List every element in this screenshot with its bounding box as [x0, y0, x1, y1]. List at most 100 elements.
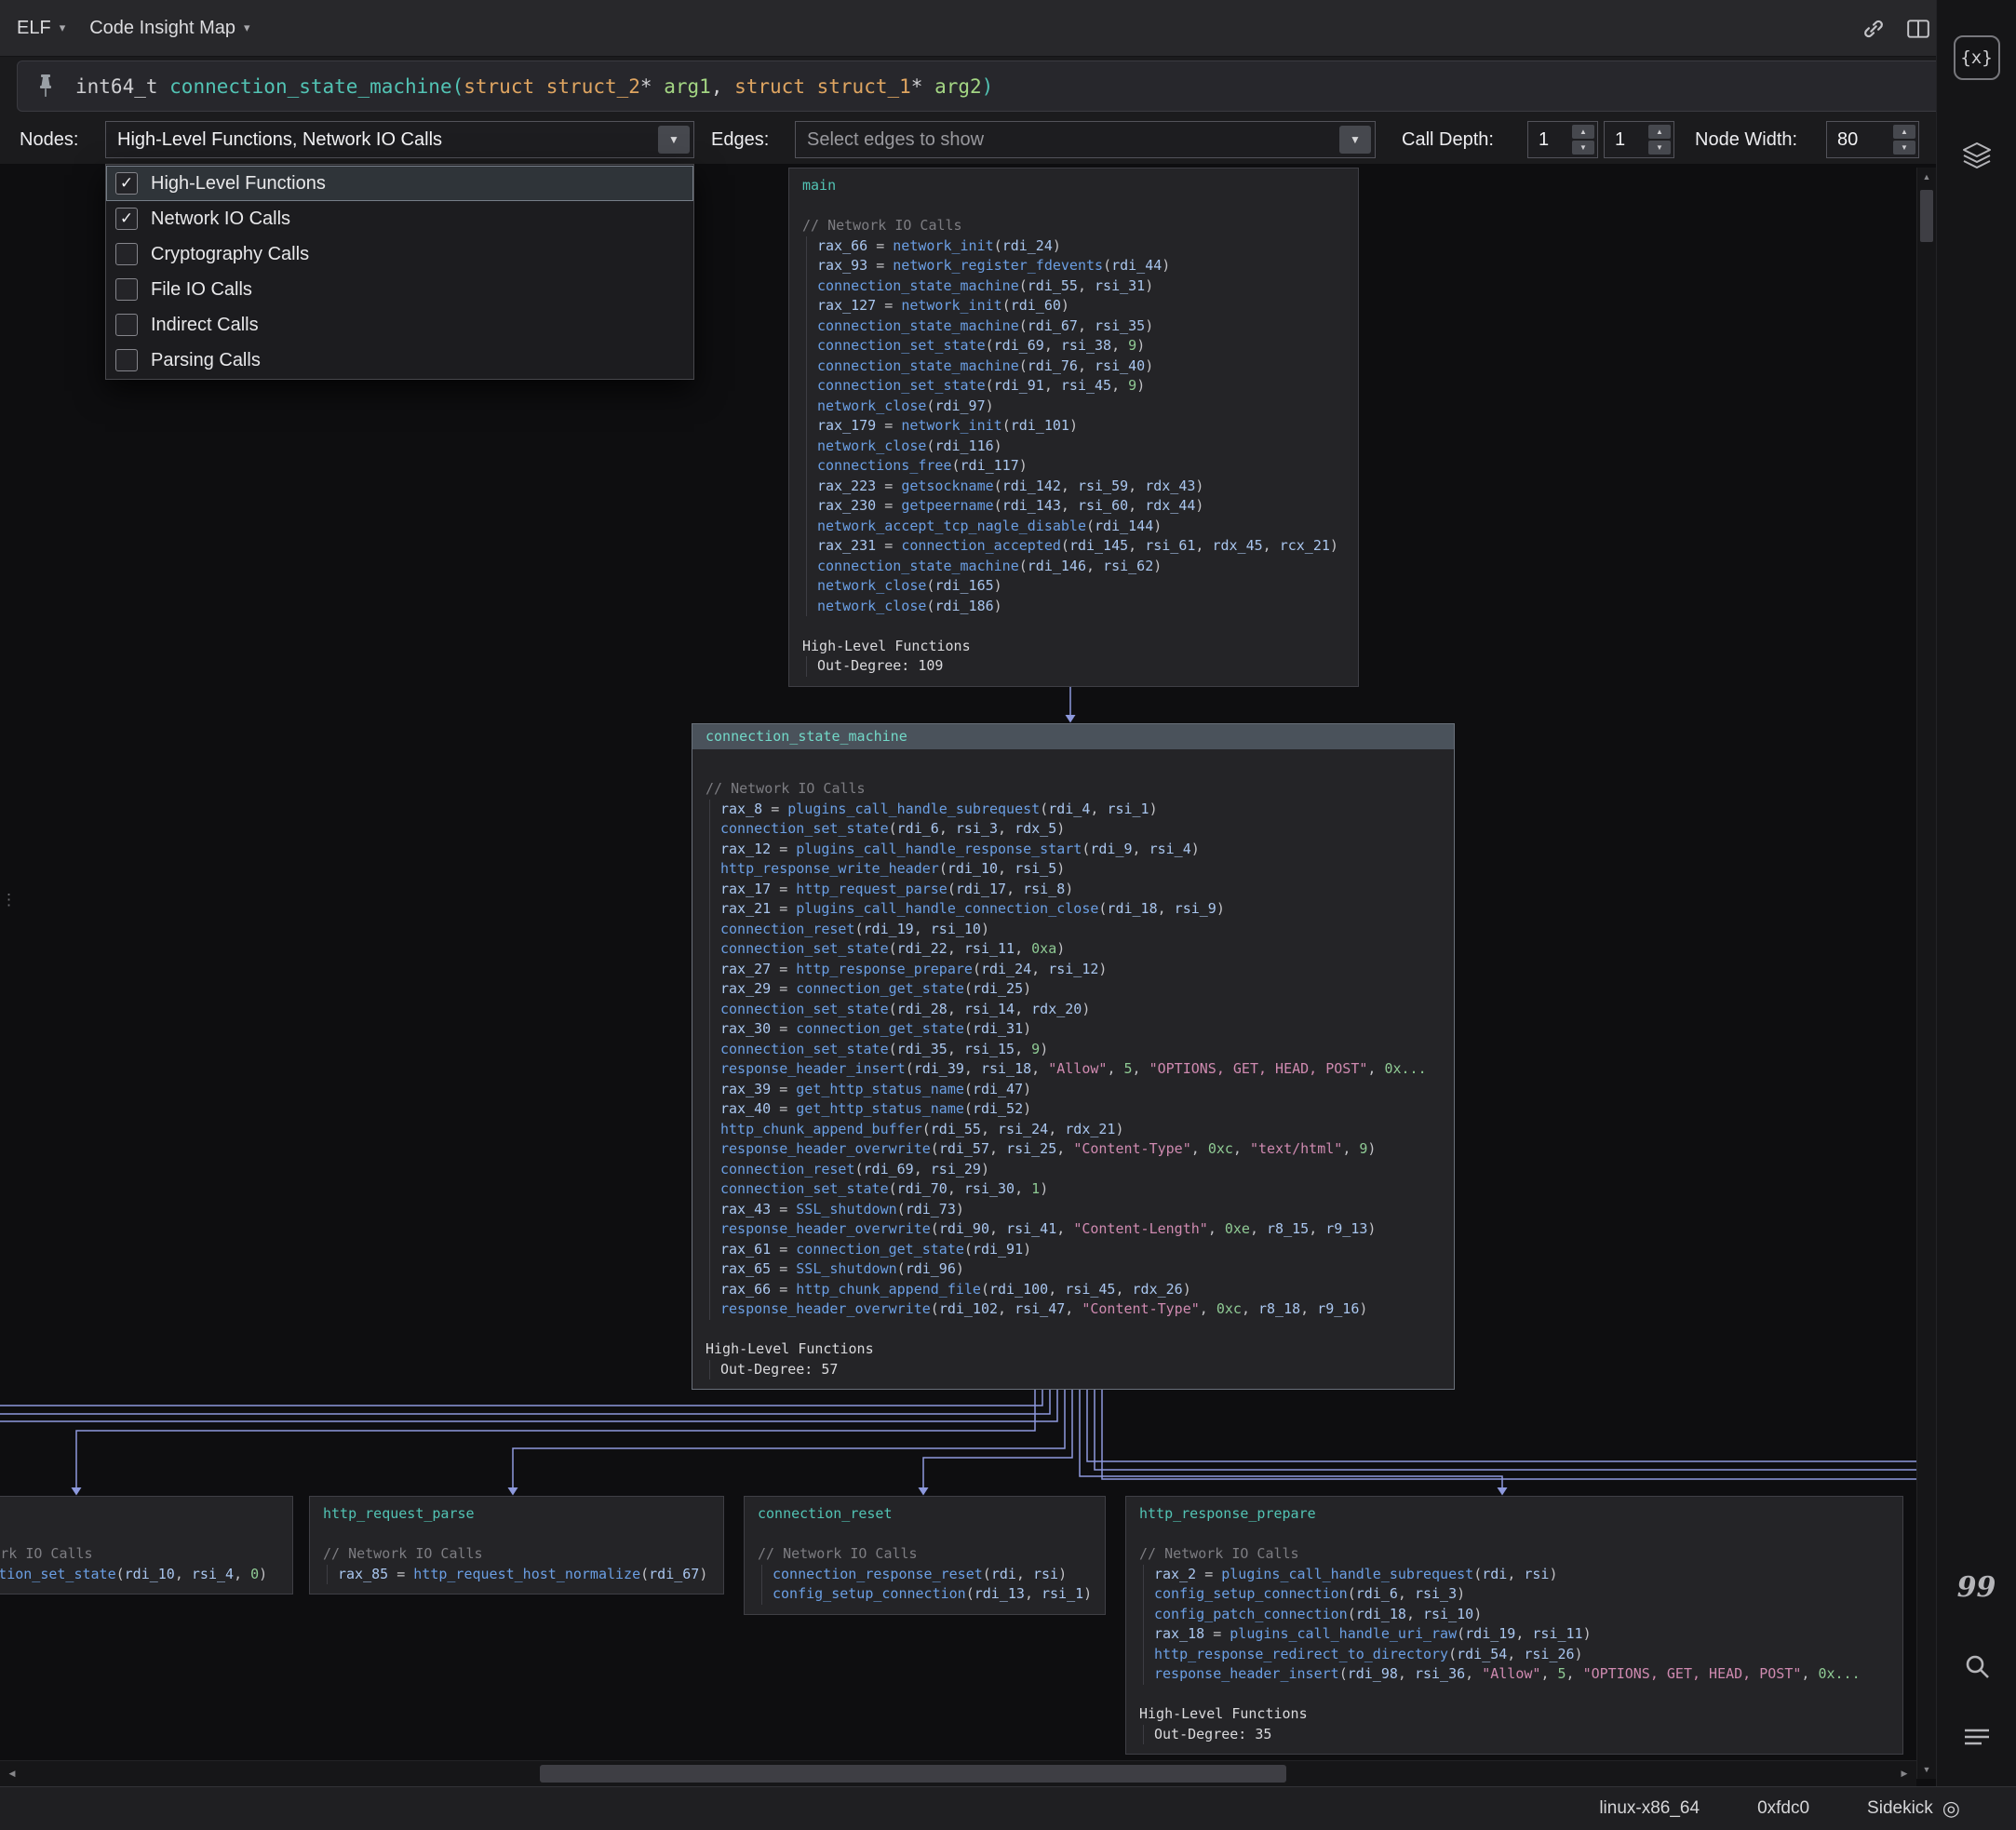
status-bar: linux-x86_64 0xfdc0 Sidekick ◎: [0, 1786, 2016, 1830]
code-line: connection_set_state(rdi_22, rsi_11, 0xa…: [709, 939, 1454, 960]
search-icon[interactable]: [1963, 1652, 1991, 1680]
spinner-up-icon[interactable]: ▲: [1648, 125, 1671, 139]
code-line: rax_231 = connection_accepted(rdi_145, r…: [806, 536, 1358, 557]
graph-node-http_request_parse[interactable]: http_request_parse // Network IO Calls rax…: [309, 1496, 724, 1595]
spinner-up-icon[interactable]: ▲: [1572, 125, 1594, 139]
node-footer-line: High-Level Functions: [1139, 1705, 1308, 1722]
scroll-left-icon[interactable]: ◀: [0, 1761, 24, 1786]
spinner-up-icon[interactable]: ▲: [1893, 125, 1915, 139]
code-line: rax_230 = getpeername(rdi_143, rsi_60, r…: [806, 496, 1358, 517]
checkbox-unchecked[interactable]: [115, 278, 138, 301]
status-address[interactable]: 0xfdc0: [1757, 1798, 1809, 1819]
menu-code-insight-map-label: Code Insight Map: [89, 17, 235, 38]
menubar-icons: [1861, 0, 1930, 57]
code-line: rax_40 = get_http_status_name(rdi_52): [709, 1099, 1454, 1120]
layers-icon[interactable]: [1962, 141, 1992, 169]
header-area: ELF ▾ Code Insight Map ▾ int64_t connect…: [0, 0, 2016, 164]
edges-label: Edges:: [711, 129, 770, 150]
spinner-down-icon[interactable]: ▼: [1648, 141, 1671, 155]
scroll-up-icon[interactable]: ▲: [1917, 168, 1936, 186]
node-title: [0, 1504, 292, 1525]
code-line: connection_reset(rdi_69, rsi_29): [709, 1159, 1454, 1179]
code-line: rax_65 = SSL_shutdown(rdi_96): [709, 1259, 1454, 1280]
chevron-down-icon[interactable]: ▼: [1339, 126, 1371, 154]
outline-list-icon[interactable]: [1963, 1727, 1991, 1749]
splitter-handle[interactable]: ⋮: [1, 892, 17, 908]
dropdown-option-file-io-calls[interactable]: File IO Calls: [106, 272, 693, 307]
nodes-dropdown-menu: ✓ High-Level Functions ✓ Network IO Calls Cr…: [105, 164, 694, 380]
signature-token: int64_t: [75, 74, 170, 98]
signature-token: arg2: [934, 74, 982, 98]
dropdown-option-parsing-calls[interactable]: Parsing Calls: [106, 343, 693, 378]
split-view-icon[interactable]: [1906, 18, 1930, 40]
checkbox-unchecked[interactable]: [115, 314, 138, 336]
code-line: rax_12 = plugins_call_handle_response_st…: [709, 839, 1454, 859]
vertical-scrollbar[interactable]: ▲ ▼: [1916, 168, 1936, 1779]
status-sidekick[interactable]: Sidekick ◎: [1867, 1796, 1960, 1821]
code-line: connection_set_state(rdi_35, rsi_15, 9): [709, 1039, 1454, 1059]
node-title: http_request_parse: [323, 1505, 475, 1522]
app-window: ⋮ main// Network IO Calls rax_66 = networ…: [0, 0, 2016, 1830]
call-depth-down-spinner[interactable]: 1 ▲ ▼: [1604, 121, 1674, 158]
sidekick-badge-icon[interactable]: 99: [1957, 1571, 1996, 1604]
code-line: rax_39 = get_http_status_name(rdi_47): [709, 1079, 1454, 1099]
graph-node-main[interactable]: main // Network IO Calls rax_66 = network_…: [788, 168, 1359, 687]
scroll-down-icon[interactable]: ▼: [1917, 1760, 1936, 1779]
spinner-down-icon[interactable]: ▼: [1893, 141, 1915, 155]
code-line: network_close(rdi_165): [806, 576, 1358, 597]
edges-dropdown[interactable]: Select edges to show ▼: [795, 121, 1376, 158]
menu-code-insight-map[interactable]: Code Insight Map ▾: [89, 18, 249, 39]
code-line: // Network IO Calls: [1139, 1545, 1299, 1562]
node-title: connection_state_machine: [692, 724, 1454, 749]
graph-node-clipped-left[interactable]: // Network IO Calls connection_set_state(…: [0, 1496, 293, 1595]
code-line: rax_21 = plugins_call_handle_connection_…: [709, 899, 1454, 920]
fx-icon[interactable]: {x}: [1953, 35, 2000, 80]
code-line: rax_223 = getsockname(rdi_142, rsi_59, r…: [806, 476, 1358, 496]
pin-icon[interactable]: [36, 73, 55, 101]
call-depth-down-value: 1: [1615, 128, 1626, 150]
node-footer-line: High-Level Functions: [802, 637, 971, 654]
signature-token: [652, 75, 665, 98]
nodes-dropdown[interactable]: High-Level Functions, Network IO Calls ▼: [105, 121, 694, 158]
graph-node-connection_reset[interactable]: connection_reset // Network IO Calls conne…: [744, 1496, 1106, 1615]
function-signature[interactable]: int64_t connection_state_machine(struct …: [17, 61, 1942, 112]
signature-token: [922, 75, 934, 98]
scroll-right-icon[interactable]: ▶: [1892, 1761, 1916, 1786]
spinner-down-icon[interactable]: ▼: [1572, 141, 1594, 155]
code-line: rax_66 = http_chunk_append_file(rdi_100,…: [709, 1279, 1454, 1299]
link-icon[interactable]: [1861, 17, 1886, 41]
checkbox-unchecked[interactable]: [115, 349, 138, 371]
menu-bar: ELF ▾ Code Insight Map ▾: [0, 0, 2016, 57]
horizontal-scrollbar[interactable]: ◀ ▶: [0, 1760, 1916, 1786]
node-width-value: 80: [1837, 128, 1859, 150]
call-depth-up-value: 1: [1539, 128, 1550, 150]
graph-node-connection_state_machine[interactable]: connection_state_machine // Network IO Ca…: [692, 723, 1455, 1390]
node-title: main: [802, 177, 837, 194]
code-line: connection_set_state(rdi_70, rsi_30, 1): [709, 1179, 1454, 1200]
checkbox-checked[interactable]: ✓: [115, 208, 138, 230]
vertical-scrollbar-thumb[interactable]: [1920, 190, 1933, 242]
dropdown-option-network-io-calls[interactable]: ✓ Network IO Calls: [106, 201, 693, 236]
dropdown-option-indirect-calls[interactable]: Indirect Calls: [106, 307, 693, 343]
chevron-down-icon[interactable]: ▼: [658, 126, 690, 154]
checkbox-unchecked[interactable]: [115, 243, 138, 265]
dropdown-option-cryptography-calls[interactable]: Cryptography Calls: [106, 236, 693, 272]
dropdown-option-high-level-functions[interactable]: ✓ High-Level Functions: [106, 166, 693, 201]
code-line: rax_66 = network_init(rdi_24): [806, 235, 1358, 256]
code-line: rax_18 = plugins_call_handle_uri_raw(rdi…: [1143, 1624, 1902, 1645]
dropdown-option-label: High-Level Functions: [151, 172, 326, 194]
code-line: response_header_overwrite(rdi_57, rsi_25…: [709, 1139, 1454, 1160]
chevron-down-icon: ▾: [243, 20, 250, 34]
menu-elf[interactable]: ELF ▾: [17, 18, 65, 39]
nodes-label: Nodes:: [20, 129, 79, 150]
dropdown-option-label: Network IO Calls: [151, 208, 291, 229]
call-depth-up-spinner[interactable]: 1 ▲ ▼: [1527, 121, 1598, 158]
horizontal-scrollbar-thumb[interactable]: [540, 1765, 1286, 1783]
code-line: network_close(rdi_97): [806, 396, 1358, 416]
node-width-spinner[interactable]: 80 ▲ ▼: [1826, 121, 1919, 158]
code-line: rax_29 = connection_get_state(rdi_25): [709, 979, 1454, 1000]
code-line: connections_free(rdi_117): [806, 456, 1358, 477]
checkbox-checked[interactable]: ✓: [115, 172, 138, 195]
signature-token: [805, 75, 817, 98]
graph-node-http_response_prepare[interactable]: http_response_prepare // Network IO Calls…: [1125, 1496, 1903, 1755]
